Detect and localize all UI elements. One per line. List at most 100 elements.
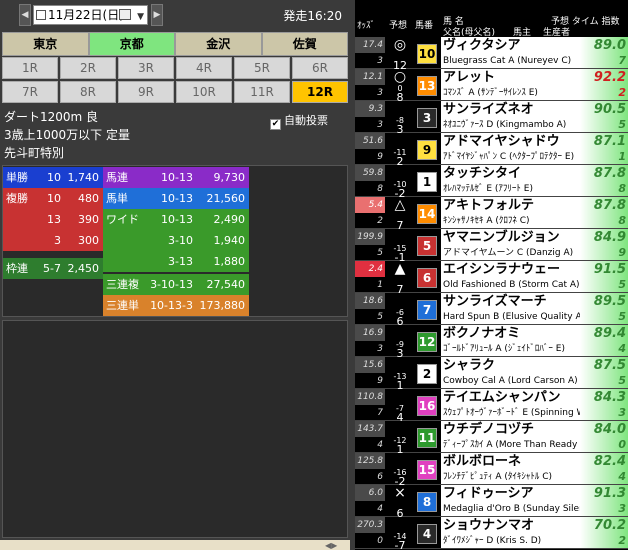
odds-value: 18.6 [355, 293, 385, 309]
prediction-cell[interactable]: -15 -1 [386, 229, 414, 264]
popularity: 4 [377, 440, 383, 450]
horse-row[interactable]: 18.6 5 -6 6 7 サンライズマーチ Hard Spun B (Elusive Qu… [355, 293, 628, 328]
venue-tab[interactable]: 金沢 [175, 32, 262, 56]
race-button[interactable]: 4R [176, 57, 232, 79]
horse-name: ボルボローネ [441, 453, 601, 470]
venue-tab[interactable]: 京都 [88, 32, 175, 56]
race-button[interactable]: 9R [118, 81, 174, 103]
horse-row[interactable]: 6.0 4 × 6 8 フィドゥーシア Medaglia d'Oro B (Sunday S… [355, 485, 628, 519]
horse-row[interactable]: 5.4 2 △ 7 14 アキトフォルテ ｷﾝｼｬｻﾉｷｾｷ A (ｸﾛﾌﾈ C) 87.8 8 [355, 197, 628, 231]
horse-name: ヴィクタシア [441, 37, 601, 54]
horse-row[interactable]: 12.1 3 ○ 0 8 13 アレット ｺﾏﾝｽﾞ A (ｻﾝﾃﾞｰｻｲﾚﾝｽ E) 92.2… [355, 69, 628, 103]
venue-tab[interactable]: 佐賀 [261, 32, 348, 56]
auto-vote-checkbox[interactable]: ✔ [270, 119, 281, 130]
payout-type: 枠連 [6, 262, 28, 275]
prediction-cell[interactable]: -7 4 [386, 389, 414, 424]
prediction-cell[interactable]: -16 -2 [386, 453, 414, 488]
race-button[interactable]: 6R [292, 57, 348, 79]
race-button[interactable]: 10R [176, 81, 232, 103]
horse-number: 7 [417, 300, 437, 320]
popularity: 2 [377, 216, 383, 226]
horse-row[interactable]: 16.9 3 -9 3 12 ボクノナオミ ｺﾞｰﾙﾄﾞｱﾘｭｰﾙ A (ｼﾞｪｲﾄﾞﾛﾊﾞ… [355, 325, 628, 360]
popularity: 3 [377, 56, 383, 66]
prediction-cell[interactable]: ▲ 7 [386, 261, 414, 295]
race-button[interactable]: 2R [60, 57, 116, 79]
time-index-value: 87.1 [593, 134, 626, 149]
payout-type: 単勝 [6, 171, 28, 184]
horse-row[interactable]: 59.8 8 -10 -2 1 タッチシタイ ｵﾚﾊﾏｯﾃﾙｾﾞ E (ｱﾌﾘｰﾄ E) 87… [355, 165, 628, 200]
race-button[interactable]: 11R [234, 81, 290, 103]
prediction-cell[interactable]: × 6 [386, 485, 414, 519]
prediction-cell[interactable]: -14 -7 [386, 517, 414, 550]
horse-row[interactable]: 125.8 6 -16 -2 15 ボルボローネ ﾌﾚﾝﾁﾃﾞﾋﾟｭﾃｨ A (ﾀｲｷｼｬﾄ… [355, 453, 628, 488]
popularity: 3 [377, 344, 383, 354]
odds-value: 15.6 [355, 357, 385, 373]
prediction-cell[interactable]: -10 -2 [386, 165, 414, 200]
odds-value: 270.3 [355, 517, 385, 533]
horse-row[interactable]: 110.8 7 -7 4 16 テイエムシャンパン ｽｳｪﾌﾟﾄｵｰｳﾞｧｰﾎﾞｰﾄﾞ E … [355, 389, 628, 424]
payout-combination: 10-13 [161, 171, 193, 184]
prediction-cell[interactable]: ○ 0 8 [386, 69, 414, 103]
prediction-cell[interactable]: -12 1 [386, 421, 414, 456]
horse-row[interactable]: 15.6 9 -13 1 2 シャラク Cowboy Cal A (Lord Carson … [355, 357, 628, 392]
horse-row[interactable]: 143.7 4 -12 1 11 ウチデノコヅチ ﾃﾞｨｰﾌﾟｽｶｲ A (More Tha… [355, 421, 628, 456]
prediction-cell[interactable]: -11 2 [386, 133, 414, 168]
odds-cell: 143.7 4 [355, 421, 385, 453]
race-button[interactable]: 3R [118, 57, 174, 79]
prediction-cell[interactable]: △ 7 [386, 197, 414, 231]
auto-vote-toggle[interactable]: ✔ 自動投票 [270, 112, 328, 130]
calendar-icon[interactable] [119, 9, 131, 20]
prediction-cell[interactable]: -13 1 [386, 357, 414, 392]
prev-date-button[interactable]: ◀ [19, 4, 31, 26]
scroll-arrows-icon[interactable]: ◀▶ [325, 541, 343, 550]
horse-name: ショウナンマオ [441, 517, 601, 534]
odds-cell: 2.4 1 [355, 261, 385, 293]
horse-row[interactable]: 51.6 9 -11 2 9 アドマイヤシャドウ ｱﾄﾞﾏｲﾔｼﾞｬﾊﾟﾝ C (ﾍｸﾀｰﾌ… [355, 133, 628, 168]
time-index-sub: 5 [618, 118, 626, 131]
odds-value: 2.4 [355, 261, 385, 277]
payout-combination: 10-13 [161, 192, 193, 205]
horse-row[interactable]: 2.4 1 ▲ 7 6 エイシンラナウェー Old Fashioned B (Storm C… [355, 261, 628, 295]
prediction-cell[interactable]: -9 3 [386, 325, 414, 360]
horizontal-scrollbar[interactable] [0, 540, 350, 550]
time-index-value: 84.9 [593, 230, 626, 245]
horse-row[interactable]: 199.9 5 -15 -1 5 ヤマニンブルジョン アドマイヤムーン C (Danzig … [355, 229, 628, 264]
time-index: 91.5 5 [580, 261, 628, 292]
race-button[interactable]: 12R [292, 81, 348, 103]
time-index: 87.1 1 [580, 133, 628, 164]
race-button[interactable]: 7R [2, 81, 58, 103]
race-class: 3歳上1000万以下 定量 [4, 128, 130, 142]
time-index-value: 87.5 [593, 358, 626, 373]
race-button[interactable]: 1R [2, 57, 58, 79]
horse-list-header: ｵｯｽﾞ 予想 馬番 馬 名 父名(母父名) 馬主 生産者 予想 タイム 指数 [355, 0, 628, 38]
payout-type: 馬連 [106, 171, 128, 184]
prediction-cell[interactable]: ◎ 12 [386, 37, 414, 71]
horse-row[interactable]: 17.4 3 ◎ 12 10 ヴィクタシア Bluegrass Cat A (Nureyev… [355, 37, 628, 71]
race-button[interactable]: 8R [60, 81, 116, 103]
prediction-cell[interactable]: -8 3 [386, 101, 414, 136]
payout-row: 馬単 10-13 21,560 [103, 188, 249, 209]
time-index-value: 82.4 [593, 454, 626, 469]
horse-row[interactable]: 9.3 3 -8 3 3 サンライズネオ ﾈｵﾕﾆｳﾞｧｰｽ D (Kingmambo A)… [355, 101, 628, 136]
payout-combination: 13 [47, 213, 61, 226]
venue-tab[interactable]: 東京 [2, 32, 89, 56]
prediction-mark [386, 357, 414, 373]
prediction-cell[interactable]: -6 6 [386, 293, 414, 328]
time-index: 84.3 3 [580, 389, 628, 420]
date-checkbox[interactable] [36, 10, 46, 20]
date-picker[interactable]: 11月22日(日) ▼ [33, 5, 148, 25]
time-index-sub: 3 [618, 406, 626, 419]
horse-number: 11 [417, 428, 437, 448]
horse-row[interactable]: 270.3 0 -14 -7 4 ショウナンマオ ﾀﾞｲﾜﾒｼﾞｬｰ D (Kris S. … [355, 517, 628, 550]
payout-table: 単勝 10 1,740 複勝 10 480 13 390 3 300 枠連 5-7 2,450 馬連 10-… [2, 165, 348, 317]
odds-cell: 59.8 8 [355, 165, 385, 197]
payout-empty-cell [3, 279, 103, 316]
payout-combination: 3-10-13 [150, 278, 193, 291]
payout-type: ワイド [106, 213, 139, 226]
race-button[interactable]: 5R [234, 57, 290, 79]
time-index-sub: 4 [618, 470, 626, 483]
next-date-button[interactable]: ▶ [151, 4, 163, 26]
time-index: 87.8 8 [580, 197, 628, 228]
chevron-down-icon[interactable]: ▼ [137, 8, 144, 26]
race-name: 先斗町特別 [4, 146, 65, 160]
